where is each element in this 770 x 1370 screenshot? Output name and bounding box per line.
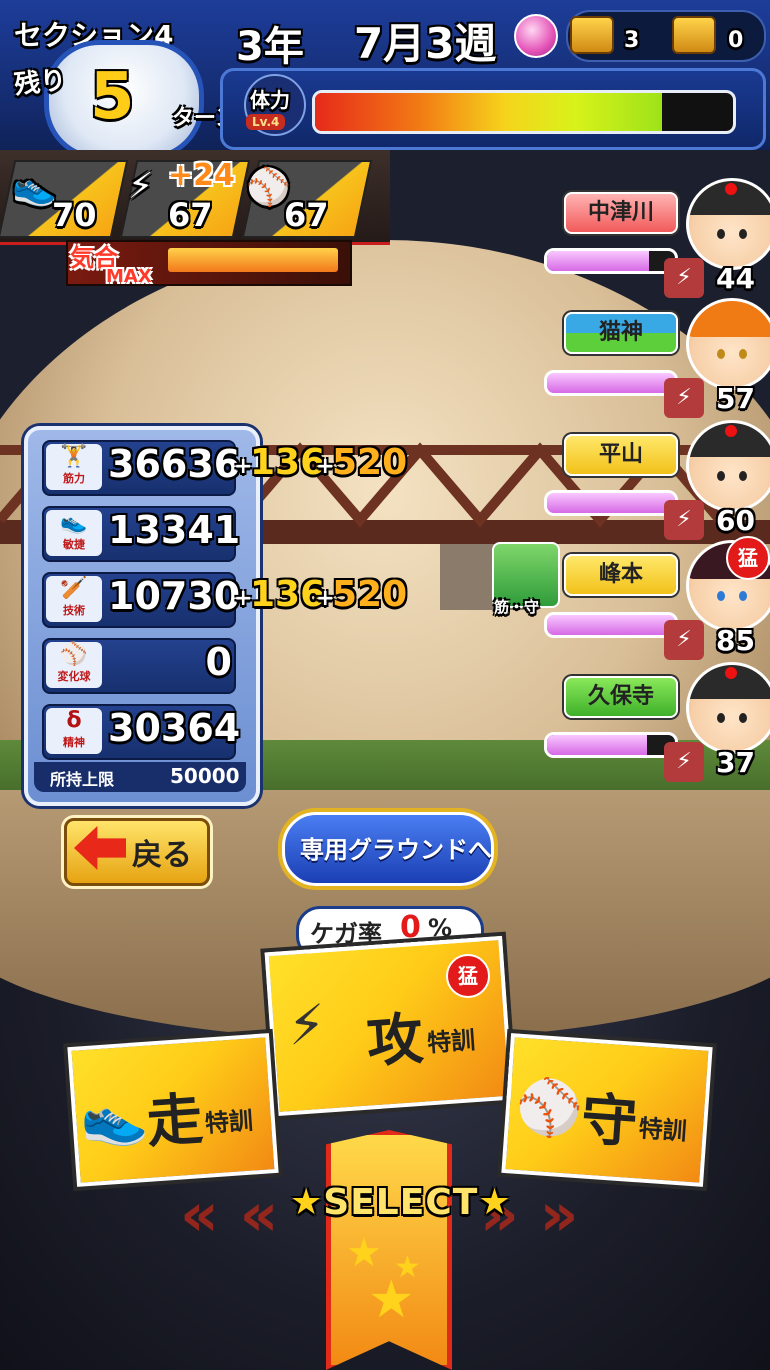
- bat-specialty-icon: ⚡: [664, 500, 704, 540]
- bond-gauge: [544, 248, 678, 274]
- run-training-label: 走: [144, 1087, 205, 1156]
- technique-stat-icon: 🏏 技術: [46, 576, 102, 622]
- stat-cap-label: 所持上限: [50, 770, 115, 789]
- injury-rate-unit: %: [428, 914, 453, 942]
- stamina-bar: [312, 90, 736, 134]
- defense-training-sub: 特訓: [637, 1114, 688, 1146]
- running-shoe-icon: 👟: [12, 167, 57, 208]
- bat-specialty-icon: ⚡: [664, 378, 704, 418]
- power-stat-value: 36636: [108, 442, 241, 486]
- technique-stat-label: 技術: [63, 604, 85, 617]
- power-gain-bonus: 520: [332, 442, 408, 483]
- bond-gauge-fill: [547, 735, 647, 755]
- bond-gauge-fill: [547, 493, 675, 513]
- power-stat-icon: 🏋 筋力: [46, 444, 102, 490]
- hint-label: 筋・守: [494, 598, 540, 616]
- mood-face-icon[interactable]: [514, 14, 558, 58]
- agility-stat-label: 敏捷: [63, 538, 85, 551]
- injury-rate-value: 0: [400, 910, 421, 945]
- breaking-ball-stat-label: 変化球: [57, 670, 91, 683]
- bond-value: 57: [716, 382, 755, 415]
- running-shoe-icon: 👟: [78, 1083, 150, 1152]
- bond-gauge: [544, 370, 678, 396]
- bat-specialty-icon: ⚡: [664, 620, 704, 660]
- bat-specialty-icon: ⚡: [664, 258, 704, 298]
- bond-gauge: [544, 732, 678, 758]
- year-label: 3年: [236, 24, 304, 70]
- batting-icon: ⚡: [128, 166, 154, 207]
- bond-gauge-fill: [547, 251, 650, 271]
- select-ribbon[interactable]: [326, 1130, 452, 1370]
- character-portrait[interactable]: [686, 420, 770, 512]
- star-icon: ★: [394, 1250, 421, 1285]
- bond-value: 85: [716, 624, 755, 657]
- power-stat-label: 筋力: [63, 472, 85, 485]
- injury-rate-label: ケガ率: [310, 920, 382, 948]
- stamina-bar-fill: [315, 93, 662, 131]
- character-name-plate[interactable]: 中津川: [564, 192, 678, 234]
- select-text: SELECT: [323, 1182, 479, 1223]
- back-button-label: 戻る: [132, 838, 192, 873]
- attack-training-label: 攻: [364, 1006, 426, 1076]
- spirit-bar-fill: [168, 248, 338, 272]
- bond-gauge: [544, 612, 678, 638]
- stamina-label: 体力: [250, 88, 290, 112]
- private-ground-button-label: 専用グラウンドへ: [300, 836, 492, 864]
- run-training-button[interactable]: 👟 走 特訓: [67, 1033, 279, 1187]
- intense-practice-badge: 猛: [726, 536, 770, 580]
- bat-specialty-icon: ⚡: [664, 742, 704, 782]
- defense-training-button[interactable]: ⚾ 守 特訓: [501, 1033, 713, 1187]
- character-portrait[interactable]: [686, 298, 770, 390]
- bond-gauge-fill: [547, 615, 675, 635]
- run-practice-level: 70: [52, 196, 97, 234]
- run-training-sub: 特訓: [204, 1106, 254, 1138]
- character-name-plate[interactable]: 峰本: [564, 554, 678, 596]
- bond-gauge-fill: [547, 373, 675, 393]
- agility-stat-value: 13341: [108, 508, 241, 552]
- intense-practice-badge: 猛: [446, 954, 490, 998]
- attack-practice-bonus: +24: [168, 158, 235, 193]
- character-name-plate[interactable]: 猫神: [564, 312, 678, 354]
- breaking-ball-stat-icon: ⚾ 変化球: [46, 642, 102, 688]
- power-gain-base: 136: [250, 442, 326, 483]
- week-date-label: 7月3週: [354, 19, 497, 68]
- mental-stat-value: 30364: [108, 706, 241, 750]
- spirit-status: MAX: [106, 266, 152, 287]
- left-chevron-decoration: « «: [180, 1180, 279, 1250]
- stat-cap-value: 50000: [170, 764, 240, 788]
- breaking-ball-stat-value: 0: [205, 640, 232, 684]
- bat-swing-icon: ⚡: [285, 992, 328, 1058]
- agility-stat-icon: 👟 敏捷: [46, 510, 102, 556]
- defense-training-label: 守: [578, 1087, 640, 1157]
- character-portrait[interactable]: [686, 662, 770, 754]
- character-portrait[interactable]: [686, 178, 770, 270]
- character-name-plate[interactable]: 平山: [564, 434, 678, 476]
- star-icon: ★: [290, 1182, 324, 1223]
- bond-gauge: [544, 490, 678, 516]
- remaining-label: 残り: [12, 65, 68, 101]
- gold-chest-icon[interactable]: [570, 16, 614, 54]
- wood-chest-icon[interactable]: [672, 16, 716, 54]
- star-icon: ★: [478, 1182, 512, 1223]
- character-name-plate[interactable]: 久保寺: [564, 676, 678, 718]
- mental-stat-label: 精神: [63, 736, 85, 749]
- attack-training-sub: 特訓: [426, 1026, 477, 1058]
- bond-value: 37: [716, 746, 755, 779]
- technique-stat-value: 10730: [108, 574, 241, 618]
- select-label: ★SELECT★: [290, 1182, 512, 1223]
- bond-value: 44: [716, 262, 755, 295]
- technique-gain-bonus: 520: [332, 574, 408, 615]
- gold-chest-count: 3: [624, 28, 640, 53]
- defense-practice-level: 67: [284, 196, 329, 234]
- remaining-turns-count: 5: [90, 60, 135, 134]
- wood-chest-count: 0: [728, 28, 744, 53]
- mental-stat-icon: δ 精神: [46, 708, 102, 754]
- attack-practice-level: 67: [168, 196, 213, 234]
- glove-icon: ⚾: [513, 1073, 586, 1142]
- technique-gain-base: 136: [250, 574, 326, 615]
- bond-value: 60: [716, 504, 755, 537]
- stamina-level-badge: Lv.4: [246, 114, 286, 130]
